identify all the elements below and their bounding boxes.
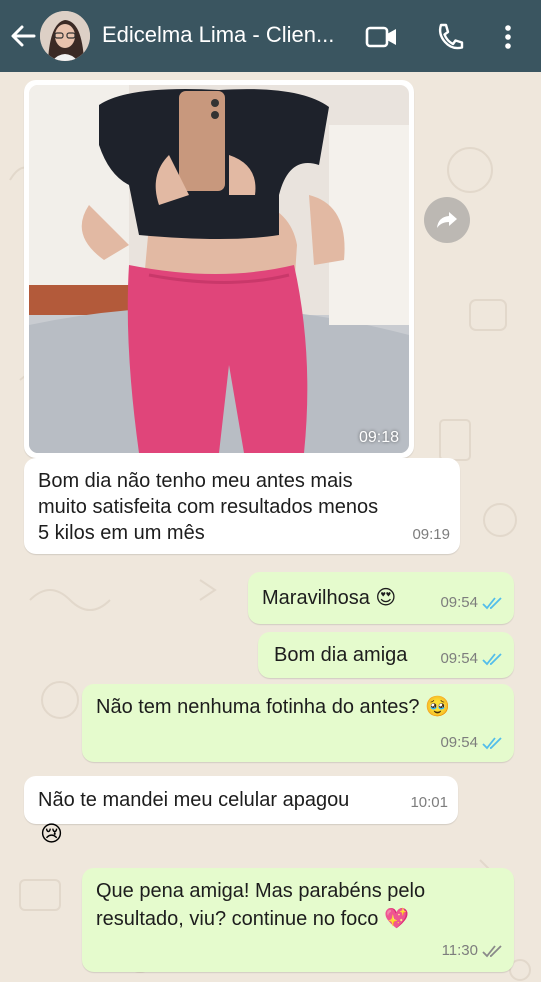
message-time: 09:18: [358, 429, 399, 446]
message-status: 09:54: [440, 646, 504, 672]
delivered-ticks-icon: [482, 945, 502, 958]
message-text: Bom dia amiga: [274, 644, 408, 666]
message-status: 09:54: [440, 590, 504, 616]
message-time: 09:54: [440, 650, 478, 667]
video-call-icon[interactable]: [364, 20, 400, 54]
outgoing-message[interactable]: Bom dia amiga 09:54: [258, 632, 514, 678]
more-options-icon[interactable]: [500, 20, 516, 54]
message-text-line: Bom dia não tenho meu antes mais: [38, 470, 353, 492]
back-arrow-icon[interactable]: [8, 22, 38, 50]
read-ticks-icon: [482, 597, 502, 610]
outgoing-message[interactable]: Que pena amiga! Mas parabéns pelo result…: [82, 868, 514, 972]
contact-name[interactable]: Edicelma Lima - Clien...: [102, 22, 352, 48]
message-status: 09:54: [440, 730, 504, 756]
emoji-message[interactable]: 😢: [40, 822, 63, 848]
mirror-selfie-image: [29, 85, 409, 453]
outgoing-message[interactable]: Não tem nenhuma fotinha do antes? 🥹 09:5…: [82, 684, 514, 762]
message-time: 09:54: [440, 594, 478, 611]
message-text-line: resultado, viu? continue no foco 💖: [96, 908, 409, 930]
message-text: Não te mandei meu celular apagou: [38, 789, 350, 811]
message-text: Maravilhosa 😍: [262, 587, 397, 609]
incoming-message[interactable]: Não te mandei meu celular apagou 10:01: [24, 776, 458, 824]
read-ticks-icon: [482, 737, 502, 750]
forward-icon: [437, 212, 457, 228]
forward-button[interactable]: [424, 197, 470, 243]
image-message[interactable]: 09:18: [24, 80, 414, 458]
message-text-line: 5 kilos em um mês: [38, 522, 205, 544]
phone-call-icon[interactable]: [434, 20, 466, 54]
message-time: 09:19: [412, 526, 450, 543]
outgoing-message[interactable]: Maravilhosa 😍 09:54: [248, 572, 514, 624]
message-time: 10:01: [410, 794, 448, 811]
message-list[interactable]: 09:18 Bom dia não tenho meu antes mais m…: [0, 72, 541, 982]
contact-avatar[interactable]: [40, 11, 90, 61]
message-text-line: muito satisfeita com resultados menos: [38, 496, 379, 518]
incoming-message[interactable]: Bom dia não tenho meu antes mais muito s…: [24, 458, 460, 554]
read-ticks-icon: [482, 653, 502, 666]
message-time: 09:54: [440, 734, 478, 751]
message-status: 11:30: [442, 938, 504, 964]
message-time: 11:30: [441, 942, 478, 959]
chat-header: Edicelma Lima - Clien...: [0, 0, 541, 72]
message-text: Não tem nenhuma fotinha do antes? 🥹: [96, 696, 451, 718]
message-photo[interactable]: 09:18: [29, 85, 409, 453]
message-text-line: Que pena amiga! Mas parabéns pelo: [96, 880, 426, 902]
